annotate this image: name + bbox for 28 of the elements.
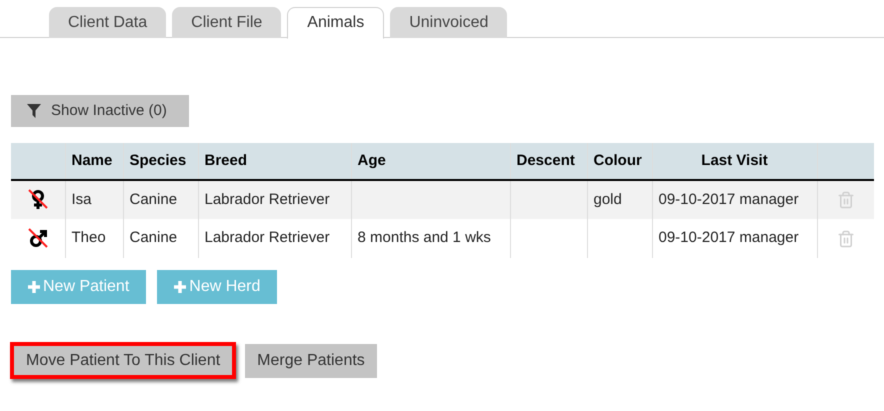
tab[interactable]: Animals [287, 7, 384, 39]
column-header: Species [123, 143, 198, 180]
delete-icon[interactable] [836, 230, 855, 248]
action-button[interactable]: Move Patient To This Client [10, 342, 236, 379]
filter-icon [27, 104, 41, 118]
column-header: Age [351, 143, 510, 180]
table-cell: 09-10-2017 manager [658, 229, 799, 246]
column-header: Colour [587, 143, 652, 180]
table-cell: Labrador Retriever [204, 190, 330, 208]
tab[interactable]: Uninvoiced [390, 7, 508, 38]
column-header: Last Visit [652, 143, 817, 180]
table-cell: 8 months and 1 wks [358, 229, 491, 246]
table-cell: Canine [130, 190, 178, 208]
column-header: Descent [510, 143, 587, 180]
table-cell: Canine [130, 229, 178, 246]
table-cell: gold [594, 190, 622, 208]
table-cell: Theo [72, 229, 106, 246]
delete-icon[interactable] [836, 191, 855, 209]
plus-icon [174, 281, 186, 293]
column-header: Breed [198, 143, 351, 180]
tab[interactable]: Client Data [49, 7, 166, 38]
table-cell: 09-10-2017 manager [658, 190, 799, 208]
plus-icon [28, 281, 40, 293]
tab[interactable]: Client File [172, 7, 282, 38]
action-button[interactable]: Merge Patients [245, 344, 377, 378]
table-cell: Isa [72, 190, 92, 208]
column-header: Name [65, 143, 123, 180]
table-cell: Labrador Retriever [204, 229, 330, 246]
